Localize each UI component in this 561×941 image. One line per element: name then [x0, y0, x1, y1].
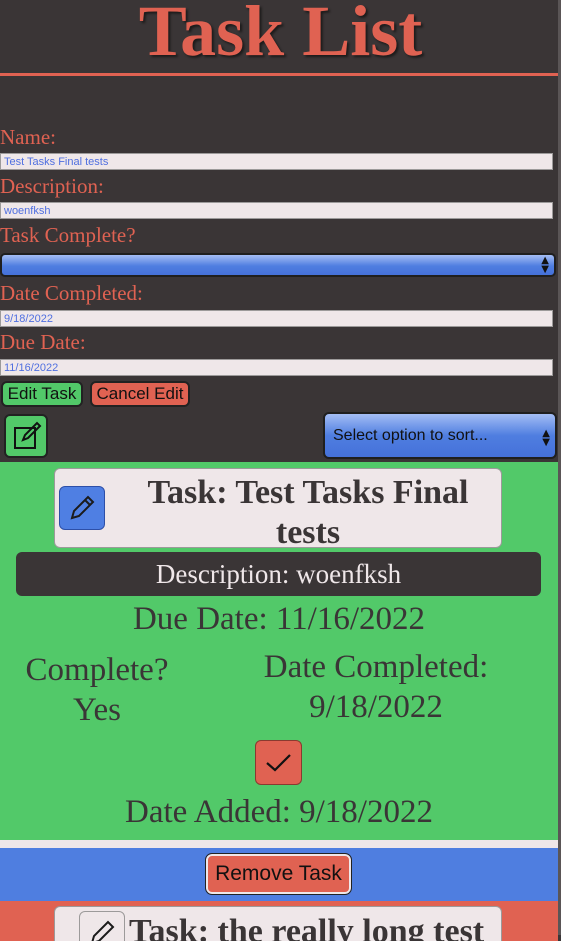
task-complete-select[interactable]: ▲ ▼ [0, 253, 556, 277]
date-completed-label: Date Completed: [0, 281, 143, 305]
task-title-box: Task: Test Tasks Final tests [54, 468, 502, 551]
sort-select[interactable]: Select option to sort... ▲ ▼ [323, 412, 557, 459]
next-edit-task-button[interactable] [79, 911, 125, 941]
sort-select-label: Select option to sort... [333, 427, 488, 444]
divider [0, 840, 558, 848]
pencil-icon [91, 920, 115, 941]
complete-label: Complete? [25, 652, 169, 688]
new-task-button[interactable] [4, 414, 48, 458]
date-completed-field[interactable]: 9/18/2022 [0, 310, 553, 327]
date-completed-card-label: Date Completed: [263, 649, 489, 685]
remove-task-button[interactable]: Remove Task [205, 853, 352, 895]
toggle-complete-button[interactable] [255, 740, 302, 785]
task-card: Task: Test Tasks Final tests Description… [0, 462, 558, 840]
description-label: Description: [0, 174, 104, 198]
cancel-edit-button[interactable]: Cancel Edit [90, 381, 190, 407]
remove-task-band: Remove Task [0, 848, 558, 901]
task-date-completed: Date Completed: 9/18/2022 [256, 647, 496, 727]
due-date-field[interactable]: 11/16/2022 [0, 359, 553, 376]
description-field[interactable]: woenfksh [0, 202, 553, 219]
task-due-date: Due Date: 11/16/2022 [132, 601, 426, 637]
next-task-title: Task: the really long test [129, 913, 485, 941]
date-completed-card-value: 9/18/2022 [309, 689, 443, 725]
task-title: Task: Test Tasks Final tests [147, 474, 469, 551]
complete-value: Yes [72, 692, 122, 728]
header: Task List [0, 0, 561, 76]
task-complete: Complete? Yes [22, 650, 172, 730]
due-date-label: Due Date: [0, 330, 86, 354]
edit-task-button[interactable]: Edit Task [1, 381, 83, 407]
pencil-icon [70, 495, 95, 520]
next-task-title-box: Task: the really long test [54, 906, 502, 941]
page-title: Task List [138, 0, 423, 71]
select-arrows-icon: ▲ ▼ [541, 255, 549, 275]
task-date-added: Date Added: 9/18/2022 [125, 794, 433, 830]
sort-arrows-icon: ▲ ▼ [542, 428, 550, 448]
task-description: Description: woenfksh [16, 552, 541, 596]
name-label: Name: [0, 125, 56, 149]
edit-task-icon-button[interactable] [59, 486, 105, 530]
edit-square-icon [14, 421, 42, 449]
task-complete-label: Task Complete? [0, 223, 136, 247]
name-field[interactable]: Test Tasks Final tests [0, 153, 553, 170]
task-card-next: Task: the really long test [0, 901, 558, 941]
checkmark-icon [266, 754, 291, 772]
